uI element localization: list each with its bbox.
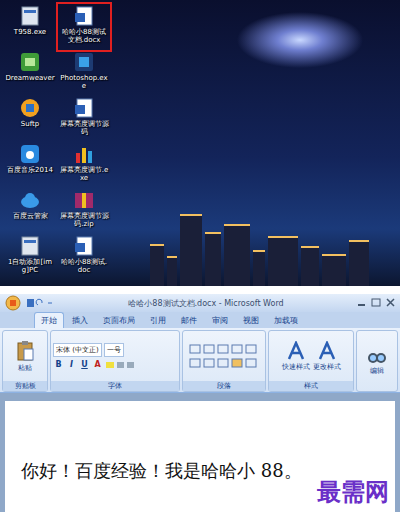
music-file-icon (19, 143, 41, 165)
building (322, 254, 346, 286)
font-group: 宋体 (中文正)一号 BIUA 字体 (50, 330, 180, 392)
ps-file-icon (73, 51, 95, 73)
group-label: 字体 (51, 381, 179, 391)
paragraph-tools-icon (188, 341, 260, 371)
icon-label[interactable]: 百度云管家 (13, 212, 48, 220)
cloud-file-icon (19, 189, 41, 211)
desktop-icon[interactable]: Dreamweaver (4, 50, 56, 96)
desktop-icon[interactable]: 哈哈小88测试文档.docx (58, 4, 110, 50)
icon-label[interactable]: Photoshop.exe (59, 74, 109, 90)
icon-label[interactable]: 1自动添加[img]PC (5, 258, 55, 274)
ribbon-tab[interactable]: 引用 (143, 312, 173, 328)
building (268, 236, 298, 286)
building (205, 232, 221, 286)
desktop: T958.exe 哈哈小88测试文档.docx Dreamweaver Photosh… (0, 0, 400, 286)
desktop-icon[interactable]: 屏幕亮度调节源码.zip (58, 188, 110, 234)
watermark: 最需网 (317, 476, 389, 508)
doc-file-icon (73, 235, 95, 257)
icon-label[interactable]: 百度音乐2014 (7, 166, 53, 174)
icon-label[interactable]: 屏幕亮度调节源码.zip (59, 212, 109, 228)
ribbon-tab[interactable]: 邮件 (174, 312, 204, 328)
ribbon-tabs: 开始插入页面布局引用邮件审阅视图加载项 (0, 312, 400, 328)
desktop-icon[interactable]: 百度云管家 (4, 188, 56, 234)
ribbon-tab[interactable]: 加载项 (267, 312, 305, 328)
styles-icon (316, 341, 338, 361)
ribbon-tab[interactable]: 视图 (236, 312, 266, 328)
ribbon-tab[interactable]: 审阅 (205, 312, 235, 328)
desktop-icon[interactable]: 百度音乐2014 (4, 142, 56, 188)
icon-label[interactable]: 哈哈小88测试文档.docx (59, 28, 109, 44)
ribbon: 粘贴剪贴板宋体 (中文正)一号BIUA字体段落快速样式更改样式样式编辑 (0, 328, 400, 393)
editing-group: 编辑 (356, 330, 398, 392)
icon-label[interactable]: 屏幕亮度调节源码 (59, 120, 109, 136)
desktop-icon[interactable]: T958.exe (4, 4, 56, 50)
editing-label[interactable]: 编辑 (370, 366, 384, 376)
icon-label[interactable]: Dreamweaver (5, 74, 54, 82)
dw-file-icon (19, 51, 41, 73)
quick-styles-button[interactable]: 快速样式 (282, 341, 310, 372)
desktop-icons: T958.exe 哈哈小88测试文档.docx Dreamweaver Photosh… (0, 0, 400, 280)
building (167, 256, 177, 286)
ribbon-tab[interactable]: 页面布局 (96, 312, 142, 328)
document-area: 你好！百度经验！我是哈哈小 88。最需网 (0, 393, 400, 512)
paste-label[interactable]: 粘贴 (18, 363, 32, 373)
document-page[interactable]: 你好！百度经验！我是哈哈小 88。最需网 (5, 401, 395, 512)
editing-button[interactable]: 编辑 (367, 347, 387, 376)
desktop-icon[interactable]: 1自动添加[img]PC (4, 234, 56, 280)
building (301, 246, 319, 286)
format-button[interactable]: U (79, 360, 90, 369)
change-styles-button[interactable]: 更改样式 (313, 341, 341, 372)
format-button[interactable]: A (92, 360, 103, 369)
styles-group: 快速样式更改样式样式 (268, 330, 354, 392)
group-label: 段落 (183, 381, 265, 391)
doc-file-icon (73, 5, 95, 27)
doc-file-icon (73, 97, 95, 119)
binoculars-icon (367, 347, 387, 365)
building (180, 214, 202, 286)
window-controls-icon (356, 298, 396, 308)
desktop-icon[interactable]: Suftp (4, 96, 56, 142)
icon-label[interactable]: 哈哈小88测试.doc (59, 258, 109, 274)
desktop-icon[interactable]: 屏幕亮度调节源码 (58, 96, 110, 142)
quick-access-icon (26, 297, 56, 309)
desktop-icon[interactable]: 哈哈小88测试.doc (58, 234, 110, 280)
format-button[interactable]: I (66, 360, 77, 369)
exe-file-icon (19, 235, 41, 257)
ftp-file-icon (19, 97, 41, 119)
icon-label[interactable]: T958.exe (14, 28, 46, 36)
icon-label[interactable]: Suftp (21, 120, 39, 128)
desktop-icon[interactable]: Photoshop.exe (58, 50, 110, 96)
title-bar: 哈哈小88测试文档.docx - Microsoft Word (0, 294, 400, 312)
highlight-icon (105, 360, 135, 370)
desktop-icon[interactable]: 屏幕亮度调节.exe (58, 142, 110, 188)
building (150, 244, 164, 286)
chart-file-icon (73, 143, 95, 165)
styles-label[interactable]: 快速样式 (282, 362, 310, 372)
group-label: 样式 (269, 381, 353, 391)
exe-file-icon (19, 5, 41, 27)
clipboard-group: 粘贴剪贴板 (2, 330, 48, 392)
group-label: 剪贴板 (3, 381, 47, 391)
icon-label[interactable]: 屏幕亮度调节.exe (59, 166, 109, 182)
window-title: 哈哈小88测试文档.docx - Microsoft Word (60, 298, 352, 309)
paste-button[interactable]: 粘贴 (15, 340, 35, 373)
clipboard-icon (15, 340, 35, 362)
building (224, 224, 250, 286)
font-size-field[interactable]: 一号 (104, 343, 124, 357)
ribbon-tab[interactable]: 插入 (65, 312, 95, 328)
word-window: 哈哈小88测试文档.docx - Microsoft Word 开始插入页面布局引… (0, 294, 400, 512)
format-button[interactable]: B (53, 360, 64, 369)
office-button-icon (4, 295, 22, 311)
font-name-field[interactable]: 宋体 (中文正) (53, 343, 102, 357)
ribbon-tab[interactable]: 开始 (34, 312, 64, 328)
paragraph-group: 段落 (182, 330, 266, 392)
zip-file-icon (73, 189, 95, 211)
styles-icon (285, 341, 307, 361)
styles-label[interactable]: 更改样式 (313, 362, 341, 372)
building (253, 250, 265, 286)
building (349, 240, 369, 286)
